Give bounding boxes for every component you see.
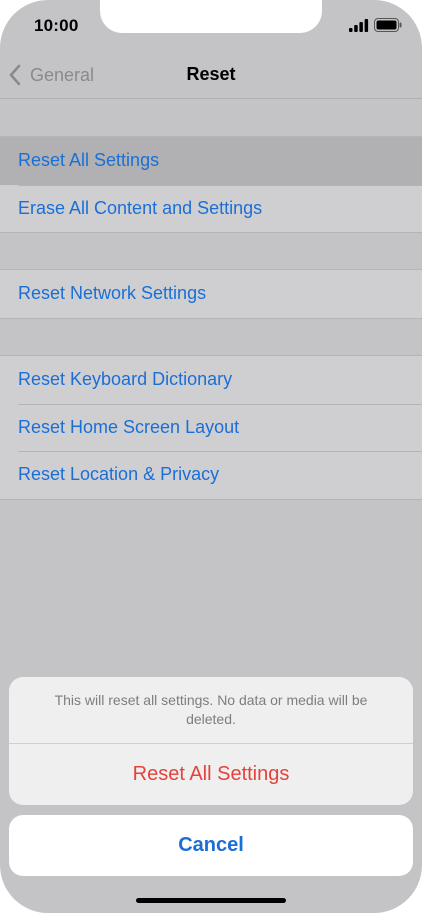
phone-screen: 10:00 General Reset Reset All Settings E… (0, 0, 422, 913)
status-time: 10:00 (34, 16, 79, 35)
navigation-bar: General Reset (0, 50, 422, 99)
reset-all-settings-row[interactable]: Reset All Settings (0, 137, 422, 185)
device-notch (100, 0, 322, 33)
settings-group-network: Reset Network Settings (0, 269, 422, 319)
action-sheet-message: This will reset all settings. No data or… (9, 677, 413, 744)
reset-keyboard-dictionary-row[interactable]: Reset Keyboard Dictionary (0, 356, 422, 404)
erase-all-content-row[interactable]: Erase All Content and Settings (0, 184, 422, 233)
battery-icon (374, 18, 402, 32)
action-sheet: This will reset all settings. No data or… (9, 677, 413, 805)
confirm-reset-button[interactable]: Reset All Settings (9, 744, 413, 805)
settings-group-reset-all: Reset All Settings Erase All Content and… (0, 136, 422, 233)
reset-location-privacy-row[interactable]: Reset Location & Privacy (0, 451, 422, 499)
row-label: Reset Keyboard Dictionary (18, 369, 233, 390)
row-label: Reset Location & Privacy (18, 464, 220, 485)
row-label: Reset Home Screen Layout (18, 416, 240, 437)
reset-home-screen-layout-row[interactable]: Reset Home Screen Layout (0, 403, 422, 452)
home-indicator[interactable] (136, 898, 286, 903)
row-label: Reset Network Settings (18, 283, 207, 304)
cellular-signal-icon (349, 19, 369, 32)
cancel-button[interactable]: Cancel (9, 815, 413, 876)
page-title: Reset (186, 64, 236, 84)
row-label: Erase All Content and Settings (18, 197, 263, 218)
row-label: Reset All Settings (18, 150, 160, 171)
settings-group-other: Reset Keyboard Dictionary Reset Home Scr… (0, 355, 422, 500)
reset-network-settings-row[interactable]: Reset Network Settings (0, 270, 422, 318)
